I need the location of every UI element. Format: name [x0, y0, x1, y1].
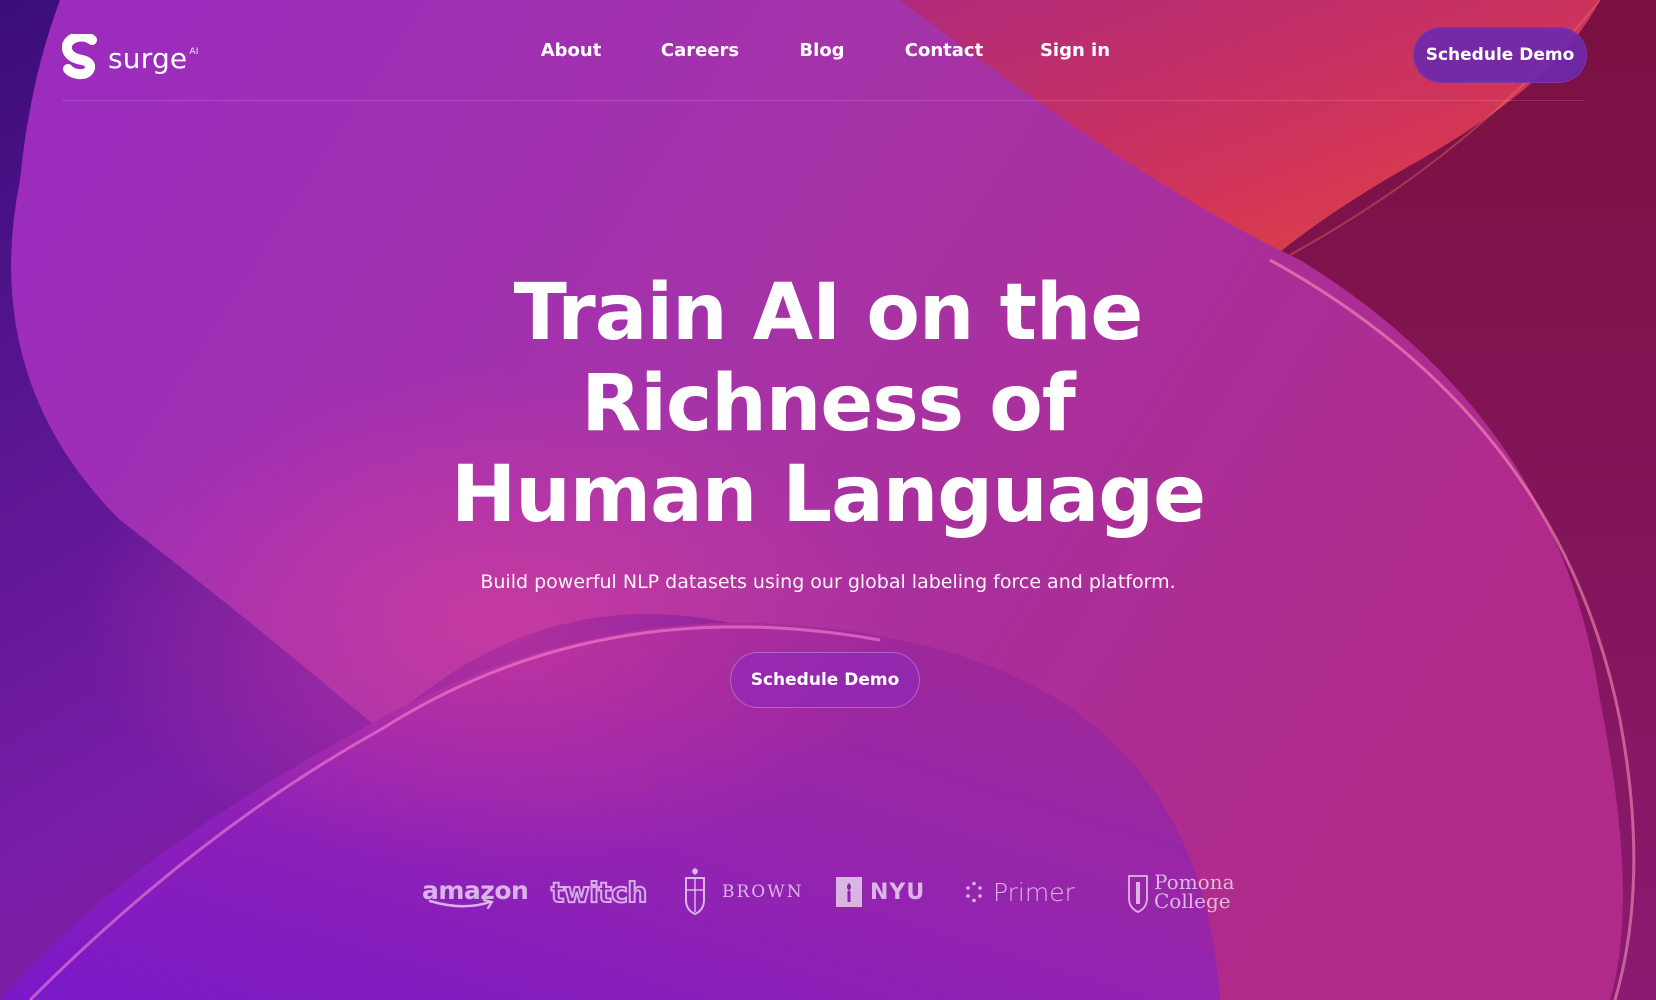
amazon-logo: amazon: [422, 862, 529, 922]
hero-title: Train AI on the Richness of Human Langua…: [0, 268, 1656, 541]
nav-link-careers[interactable]: Careers: [661, 40, 739, 61]
nav-links: About Careers Blog Contact Sign in: [0, 40, 1656, 70]
top-navigation: surge AI About Careers Blog Contact Sign …: [0, 0, 1656, 110]
pomona-crest-icon: [1128, 875, 1148, 913]
hero-title-line-1: Train AI on the: [513, 268, 1144, 358]
nyu-wordmark: NYU: [870, 879, 926, 905]
nav-link-contact[interactable]: Contact: [905, 40, 983, 61]
hero-title-line-2: Richness of: [581, 359, 1076, 449]
primer-wordmark: Primer: [993, 877, 1075, 907]
pomona-wordmark: Pomona College: [1154, 872, 1235, 913]
primer-dots-icon: [966, 881, 982, 903]
customer-logos: amazon twitch BROWN NYU Primer Pomona Co…: [0, 862, 1656, 922]
brown-logo: BROWN: [680, 862, 804, 922]
schedule-demo-nav-button[interactable]: Schedule Demo: [1413, 27, 1587, 83]
pomona-wordmark-line-2: College: [1154, 889, 1231, 913]
nyu-logo: NYU: [836, 862, 925, 922]
nav-link-blog[interactable]: Blog: [799, 40, 844, 61]
pomona-logo: Pomona College: [1126, 862, 1235, 922]
nav-link-sign-in[interactable]: Sign in: [1040, 40, 1110, 61]
primer-logo: Primer: [963, 862, 1075, 922]
brown-crest-icon: [685, 868, 705, 916]
hero-title-line-3: Human Language: [450, 450, 1206, 540]
schedule-demo-hero-button[interactable]: Schedule Demo: [730, 652, 920, 708]
twitch-logo: twitch: [550, 862, 648, 922]
amazon-smile-icon: [428, 898, 494, 909]
nav-divider: [62, 100, 1584, 101]
nyu-torch-icon: [836, 877, 862, 907]
nav-link-about[interactable]: About: [541, 40, 602, 61]
twitch-wordmark: twitch: [550, 875, 648, 910]
brown-wordmark: BROWN: [722, 882, 804, 902]
hero-subtitle: Build powerful NLP datasets using our gl…: [480, 571, 1176, 593]
